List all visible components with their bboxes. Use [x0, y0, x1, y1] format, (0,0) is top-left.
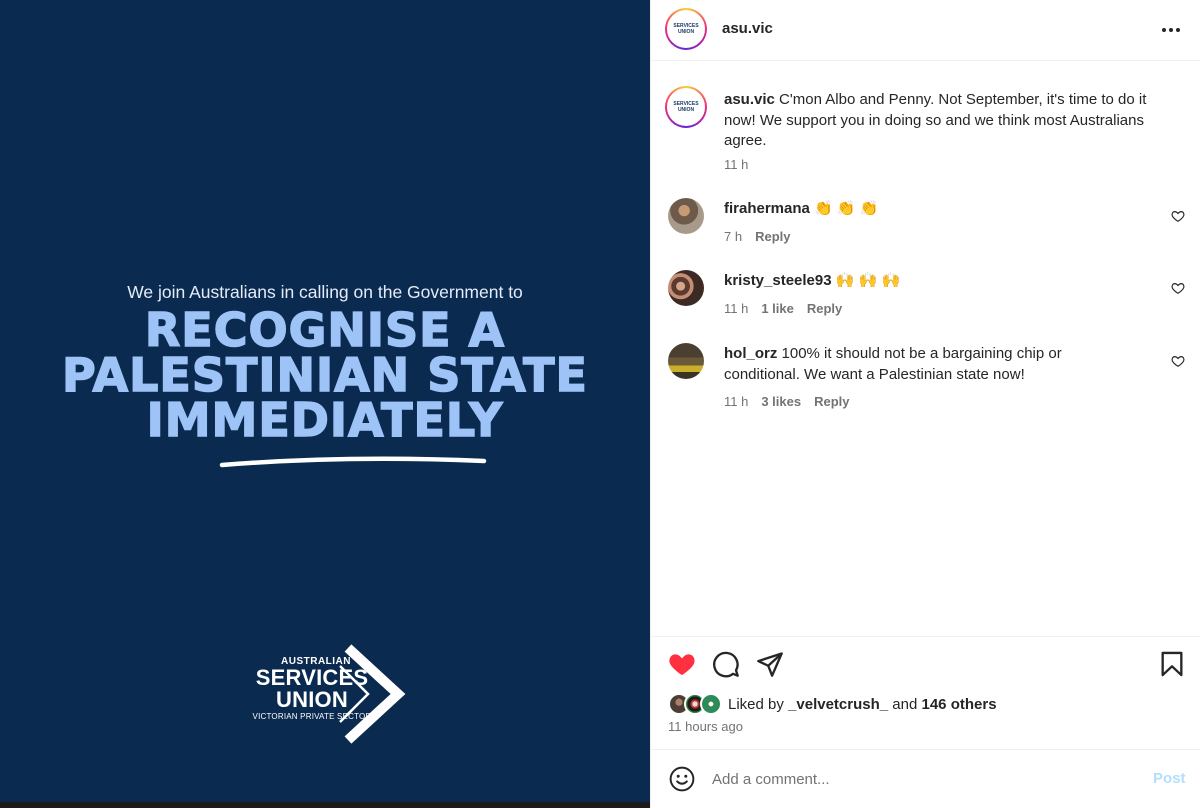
caption-username[interactable]: asu.vic: [724, 91, 775, 108]
comment-composer: Post: [651, 749, 1200, 808]
comment-username[interactable]: kristy_steele93: [724, 272, 832, 289]
share-icon[interactable]: [756, 650, 784, 678]
post-image[interactable]: We join Australians in calling on the Go…: [0, 0, 650, 808]
more-options-icon[interactable]: [1157, 18, 1185, 42]
liked-by-and: and: [892, 695, 918, 713]
comment-text: 🙌 🙌 🙌: [835, 272, 901, 289]
commenter-avatar[interactable]: [668, 198, 704, 234]
commenter-avatar[interactable]: [668, 270, 704, 306]
liker-avatar[interactable]: [700, 693, 722, 715]
post-actions: Liked by _velvetcrush_ and 146 others 11…: [651, 636, 1200, 749]
comment-text: 👏 👏 👏: [814, 200, 879, 217]
like-comment-heart-icon[interactable]: [1171, 354, 1185, 368]
post-time-ago[interactable]: 11 hours ago: [668, 719, 743, 734]
caption-avatar[interactable]: SERVICES UNION: [665, 86, 707, 128]
comment-username[interactable]: firahermana: [724, 200, 810, 217]
caption-timestamp[interactable]: 11 h: [724, 157, 748, 172]
like-comment-heart-icon[interactable]: [1171, 209, 1185, 223]
header-username[interactable]: asu.vic: [722, 20, 773, 37]
emoji-icon[interactable]: [669, 766, 695, 792]
image-headline: RECOGNISE A PALESTINIAN STATE IMMEDIATEL…: [0, 303, 650, 447]
post-comment-button[interactable]: Post: [1153, 770, 1186, 787]
comment-time[interactable]: 11 h: [724, 394, 748, 409]
bookmark-icon[interactable]: [1158, 650, 1186, 678]
asu-mini-logo-icon: SERVICES UNION: [670, 91, 702, 123]
comment-text-block: kristy_steele93 🙌 🙌 🙌: [724, 271, 1134, 292]
comment-text-block: firahermana 👏 👏 👏: [724, 199, 1134, 220]
liked-by-prefix: Liked by: [728, 695, 784, 713]
headline-line: IMMEDIATELY: [146, 393, 504, 447]
comment-text-block: hol_orz 100% it should not be a bargaini…: [724, 344, 1134, 385]
likes-summary[interactable]: Liked by _velvetcrush_ and 146 others: [668, 693, 997, 715]
liker-avatars[interactable]: [668, 693, 724, 715]
headline-underline: [219, 456, 487, 468]
liked-by-username[interactable]: _velvetcrush_: [788, 696, 888, 713]
reply-button[interactable]: Reply: [807, 301, 842, 316]
comment-time[interactable]: 7 h: [724, 229, 742, 244]
asu-logo: AUSTRALIAN SERVICES UNION VICTORIAN PRIV…: [248, 642, 408, 747]
like-comment-heart-icon[interactable]: [1171, 281, 1185, 295]
comment-like-count[interactable]: 3 likes: [761, 394, 801, 409]
image-bottom-strip: [0, 802, 650, 808]
headline-line: RECOGNISE A: [144, 303, 506, 357]
logo-line-union: UNION: [276, 687, 348, 712]
comment-icon[interactable]: [712, 650, 740, 678]
heart-liked-icon[interactable]: [668, 650, 696, 678]
logo-line-sector: VICTORIAN PRIVATE SECTOR: [252, 712, 372, 721]
comment-like-count[interactable]: 1 like: [761, 301, 794, 316]
caption-text: C'mon Albo and Penny. Not September, it'…: [724, 91, 1147, 149]
comment-meta: 11 h 1 like Reply: [724, 301, 842, 316]
logo-line-services: SERVICES: [255, 665, 369, 690]
liked-by-others-link[interactable]: 146 others: [922, 696, 997, 713]
image-intro-text: We join Australians in calling on the Go…: [127, 282, 523, 302]
comment-time[interactable]: 11 h: [724, 301, 748, 316]
comment-meta: 7 h Reply: [724, 229, 790, 244]
liked-by-text: Liked by _velvetcrush_ and 146 others: [728, 696, 997, 713]
post-header: SERVICES UNION asu.vic: [651, 0, 1200, 61]
reply-button[interactable]: Reply: [814, 394, 849, 409]
comment-meta: 11 h 3 likes Reply: [724, 394, 850, 409]
add-comment-input[interactable]: [712, 767, 1132, 791]
comment-username[interactable]: hol_orz: [724, 345, 777, 362]
header-avatar[interactable]: SERVICES UNION: [665, 8, 707, 50]
reply-button[interactable]: Reply: [755, 229, 790, 244]
headline-line: PALESTINIAN STATE: [61, 348, 588, 402]
comments-panel: SERVICES UNION asu.vic SERVICES UNION asu.…: [650, 0, 1200, 808]
commenter-avatar[interactable]: [668, 343, 704, 379]
caption-text-block: asu.vic C'mon Albo and Penny. Not Septem…: [724, 90, 1174, 152]
asu-mini-logo-icon: SERVICES UNION: [670, 13, 702, 45]
